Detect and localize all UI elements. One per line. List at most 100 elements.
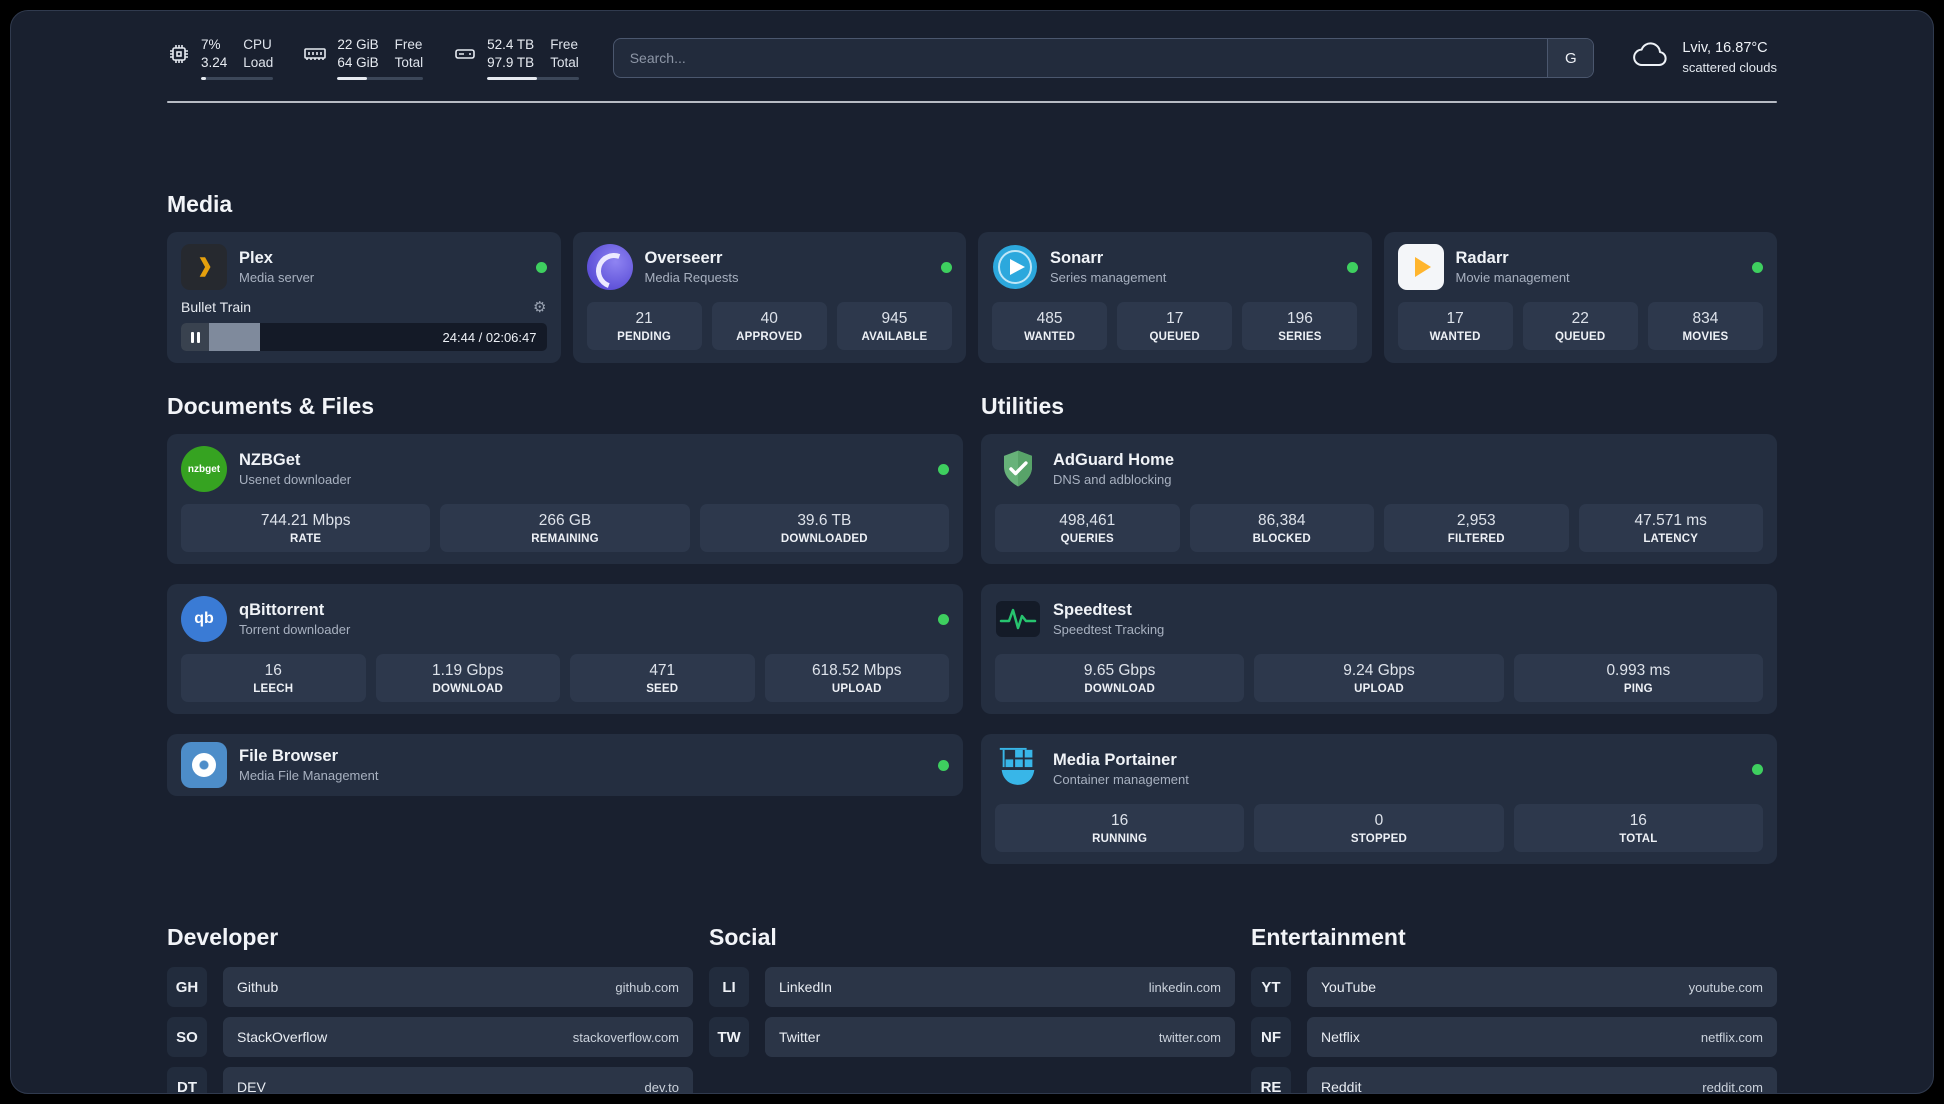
memory-label-1: Free: [394, 37, 423, 53]
stat-value: 196: [1286, 310, 1313, 327]
stat-label: UPLOAD: [1354, 683, 1404, 695]
app-subtitle: Usenet downloader: [239, 472, 352, 487]
status-dot: [941, 261, 952, 273]
stat-tile: 16 TOTAL: [1513, 804, 1763, 852]
disk-widget-body: 52.4 TB 97.9 TB Free Total: [487, 36, 579, 80]
stat-value: 16: [1111, 812, 1129, 829]
memory-free-value: 22 GiB: [337, 37, 379, 53]
stat-label: DOWNLOAD: [1084, 683, 1155, 695]
app-card-plex[interactable]: Plex Media server Bullet Train ⚙ 24:44 /…: [167, 232, 561, 363]
stat-value: 47.571 ms: [1634, 512, 1707, 529]
bookmark-row: LI LinkedIn linkedin.com: [709, 967, 1235, 1007]
stat-tile: 1.19 Gbps DOWNLOAD: [375, 654, 560, 702]
memory-labels: Free Total: [395, 36, 424, 71]
stat-label: QUERIES: [1060, 533, 1114, 545]
dashboard-page: 7% 3.24 CPU Load 22 GiB 64 GiB Free Tota…: [10, 10, 1934, 1094]
app-card-nzbget[interactable]: nzbget NZBGet Usenet downloader 744.21 M…: [167, 434, 963, 564]
portainer-icon: [995, 746, 1041, 792]
status-dot: [1346, 261, 1358, 273]
app-card-header: Sonarr Series management: [992, 244, 1358, 290]
app-card-qbittorrent[interactable]: qb qBittorrent Torrent downloader 16 LEE…: [167, 584, 963, 714]
topbar-divider: [167, 101, 1777, 103]
bookmark-name: StackOverflow: [237, 1029, 328, 1045]
app-card-sonarr[interactable]: Sonarr Series management 485 WANTED 17 Q…: [978, 232, 1372, 363]
bookmark-link-linkedin[interactable]: LinkedIn linkedin.com: [765, 967, 1235, 1007]
stat-label: RUNNING: [1092, 833, 1148, 845]
bookmarks-social: Social LI LinkedIn linkedin.com TW Twitt…: [709, 924, 1235, 1067]
search-engine-button[interactable]: G: [1547, 39, 1594, 77]
bookmark-abbr-reddit: RE: [1251, 1067, 1291, 1093]
status-dot: [938, 613, 949, 625]
bookmarks: Developer GH Github github.com SO StackO…: [167, 924, 1777, 1093]
nzbget-icon: nzbget: [181, 446, 227, 492]
search-input[interactable]: [613, 50, 1548, 66]
stat-value: 744.21 Mbps: [260, 512, 351, 529]
bookmarks-title-entertainment: Entertainment: [1251, 924, 1406, 950]
section-title-documents: Documents & Files: [167, 393, 375, 419]
weather-location: Lviv, 16.87°C: [1682, 40, 1768, 57]
player-progress-bar[interactable]: 24:44 / 02:06:47: [181, 323, 547, 351]
bookmark-link-reddit[interactable]: Reddit reddit.com: [1307, 1067, 1777, 1093]
gear-icon[interactable]: ⚙: [533, 300, 546, 315]
adguard-icon: [995, 446, 1041, 492]
app-name: qBittorrent: [239, 601, 325, 619]
stat-label: AVAILABLE: [861, 331, 928, 343]
cpu-values: 7% 3.24: [201, 36, 227, 71]
stat-label: LEECH: [253, 683, 294, 695]
weather-widget: Lviv, 16.87°C scattered clouds: [1632, 39, 1777, 76]
app-subtitle: Torrent downloader: [239, 622, 351, 637]
stat-tile: 2,953 FILTERED: [1384, 504, 1569, 552]
bookmark-link-youtube[interactable]: YouTube youtube.com: [1307, 967, 1777, 1007]
memory-total-value: 64 GiB: [337, 55, 379, 70]
app-card-adguard[interactable]: AdGuard Home DNS and adblocking 498,461 …: [981, 434, 1777, 564]
overseerr-icon: [586, 244, 633, 290]
stat-value: 39.6 TB: [797, 512, 852, 529]
stat-label: WANTED: [1429, 331, 1481, 343]
bookmark-name: Netflix: [1321, 1029, 1360, 1045]
stat-tile: 47.571 ms LATENCY: [1578, 504, 1763, 552]
app-card-speedtest[interactable]: Speedtest Speedtest Tracking 9.65 Gbps D…: [981, 584, 1777, 714]
bookmark-row: GH Github github.com: [167, 967, 693, 1007]
bookmark-link-stackoverflow[interactable]: StackOverflow stackoverflow.com: [223, 1017, 693, 1057]
stat-value: 86,384: [1258, 512, 1306, 529]
section-documents: Documents & Files nzbget NZBGet Usenet d…: [167, 393, 963, 796]
stat-tile: 39.6 TB DOWNLOADED: [699, 504, 949, 552]
stats: 744.21 Mbps RATE 266 GB REMAINING 39.6 T…: [181, 504, 949, 552]
bookmark-link-github[interactable]: Github github.com: [223, 967, 693, 1007]
section-utilities: Utilities AdGuard Home DNS and adblockin…: [981, 393, 1777, 864]
app-name: Speedtest: [1053, 601, 1132, 619]
stat-tile: 16 RUNNING: [995, 804, 1245, 852]
bookmark-url: netflix.com: [1700, 1029, 1763, 1045]
app-card-filebrowser[interactable]: File Browser Media File Management: [167, 734, 963, 796]
app-card-header: qb qBittorrent Torrent downloader: [181, 596, 949, 642]
speedtest-icon: [995, 596, 1041, 642]
bookmarks-title-developer: Developer: [167, 924, 279, 950]
bookmark-link-dev[interactable]: DEV dev.to: [223, 1067, 693, 1093]
bookmark-row: TW Twitter twitter.com: [709, 1017, 1235, 1057]
stat-label: DOWNLOAD: [432, 683, 504, 695]
stat-value: 17: [1166, 310, 1184, 327]
app-card-portainer[interactable]: Media Portainer Container management 16 …: [981, 734, 1777, 864]
bookmark-name: YouTube: [1321, 979, 1377, 995]
stat-label: SEED: [646, 683, 679, 695]
bookmark-row: DT DEV dev.to: [167, 1067, 693, 1093]
pause-button[interactable]: [181, 323, 209, 351]
stat-value: 1.19 Gbps: [431, 662, 504, 679]
bookmark-link-netflix[interactable]: Netflix netflix.com: [1307, 1017, 1777, 1057]
cloud-icon: [1632, 41, 1670, 74]
stat-value: 17: [1446, 310, 1464, 327]
stats: 498,461 QUERIES 86,384 BLOCKED 2,953 FIL…: [995, 504, 1763, 552]
bookmark-row: SO StackOverflow stackoverflow.com: [167, 1017, 693, 1057]
bookmarks-title-social: Social: [709, 924, 777, 950]
app-card-radarr[interactable]: Radarr Movie management 17 WANTED 22 QUE…: [1383, 232, 1777, 363]
app-card-overseerr[interactable]: Overseerr Media Requests 21 PENDING 40 A…: [572, 232, 966, 363]
app-card-header: Media Portainer Container management: [995, 746, 1763, 792]
middle-columns: Documents & Files nzbget NZBGet Usenet d…: [167, 393, 1777, 864]
stat-value: 498,461: [1059, 512, 1116, 529]
stats: 21 PENDING 40 APPROVED 945 AVAILABLE: [586, 302, 953, 350]
bookmark-link-twitter[interactable]: Twitter twitter.com: [765, 1017, 1235, 1057]
bookmark-abbr-youtube: YT: [1251, 967, 1291, 1007]
memory-widget-body: 22 GiB 64 GiB Free Total: [337, 36, 424, 80]
stat-tile: 618.52 Mbps UPLOAD: [764, 654, 949, 702]
section-title-utilities: Utilities: [981, 393, 1065, 419]
